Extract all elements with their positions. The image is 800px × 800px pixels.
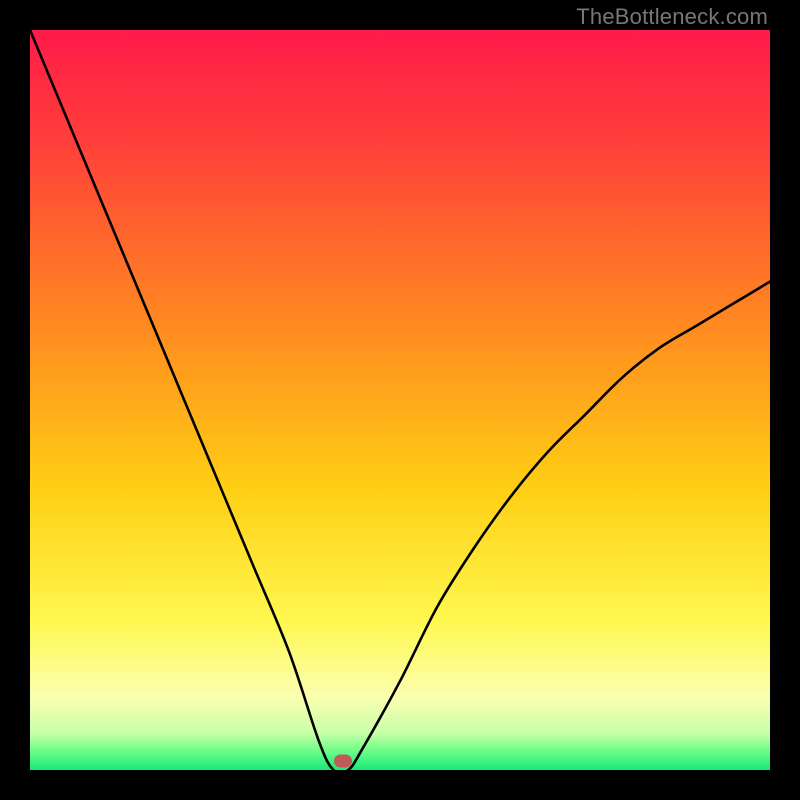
minimum-marker bbox=[334, 755, 352, 768]
bottleneck-curve bbox=[30, 30, 770, 770]
chart-frame: TheBottleneck.com bbox=[0, 0, 800, 800]
watermark-text: TheBottleneck.com bbox=[576, 4, 768, 30]
plot-area bbox=[30, 30, 770, 770]
